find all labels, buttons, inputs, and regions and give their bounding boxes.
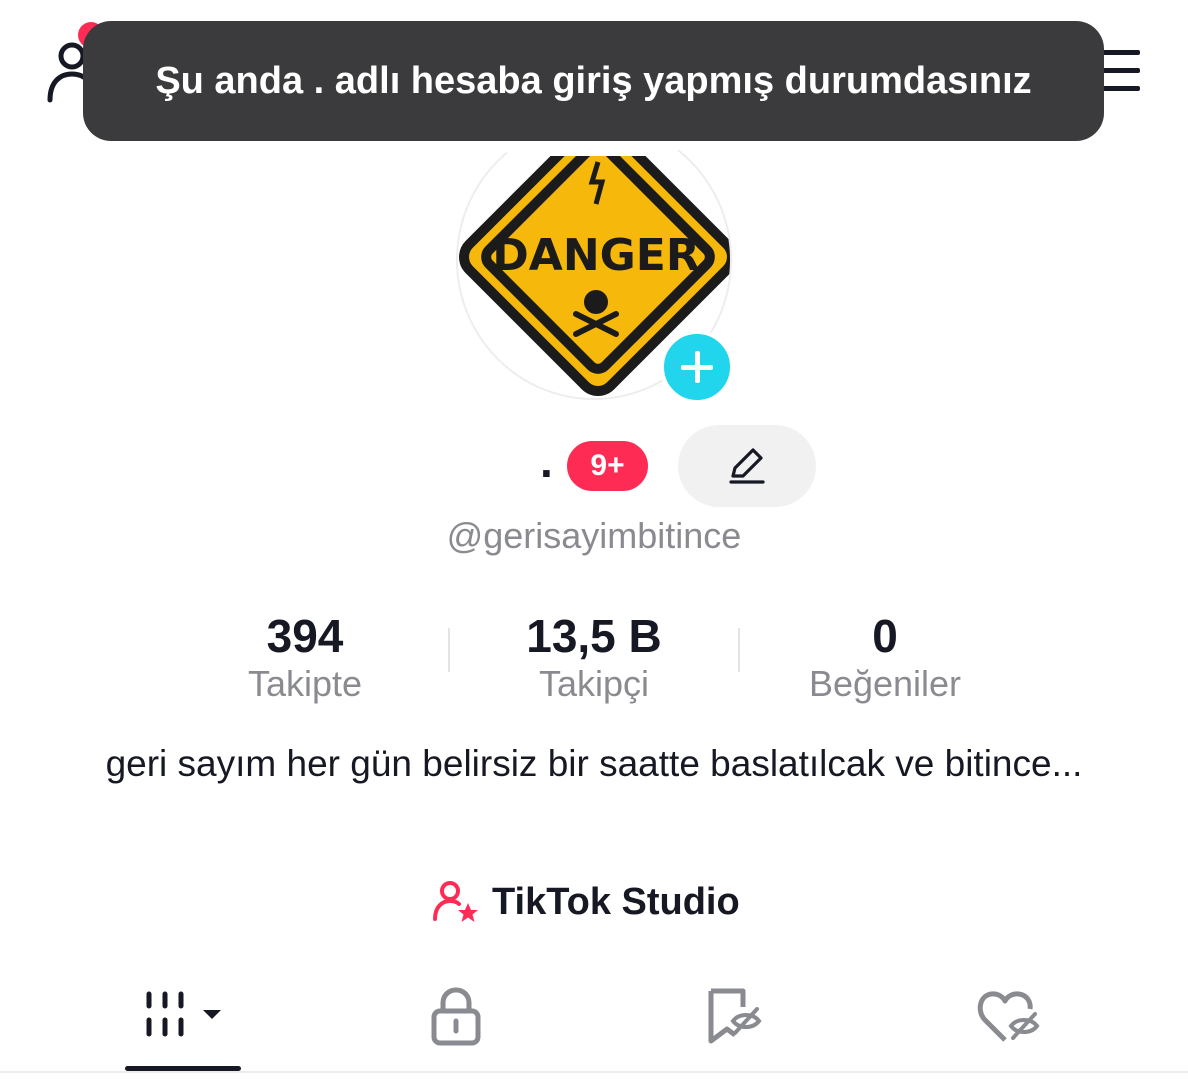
danger-text: DANGER: [492, 230, 699, 281]
username: @gerisayimbitince: [446, 515, 742, 556]
heart-hidden-icon: [977, 991, 1040, 1042]
tab-liked[interactable]: [950, 980, 1066, 1052]
tab-favorites[interactable]: [676, 980, 792, 1052]
bookmark-hidden-icon: [708, 988, 762, 1044]
tab-videos[interactable]: [125, 980, 241, 1052]
pencil-icon: [729, 448, 765, 484]
toast-message: Şu anda . adlı hesaba giriş yapmış durum…: [155, 59, 1032, 102]
followers-label: Takipçi: [538, 663, 650, 704]
following-label: Takipte: [247, 663, 363, 704]
edit-profile-button[interactable]: [678, 425, 816, 507]
hamburger-menu-icon: [1100, 50, 1140, 91]
tab-bar-divider: [0, 1071, 1188, 1073]
stat-divider: [738, 628, 740, 672]
profile-bio: geri sayım her gün belirsiz bir saatte b…: [105, 743, 1083, 784]
likes-label: Beğeniler: [808, 663, 962, 704]
tiktok-studio-link[interactable]: TikTok Studio: [432, 876, 740, 928]
followers-count: 13,5 B: [526, 610, 662, 662]
likes-count: 0: [872, 610, 898, 662]
stat-followers[interactable]: 13,5 B Takipçi: [464, 608, 724, 706]
chevron-down-icon: [203, 1010, 221, 1019]
stat-following[interactable]: 394 Takipte: [175, 608, 435, 706]
following-count: 394: [266, 610, 344, 662]
login-toast: Şu anda . adlı hesaba giriş yapmış durum…: [83, 21, 1104, 141]
stat-likes[interactable]: 0 Beğeniler: [755, 608, 1015, 706]
lock-icon: [431, 987, 481, 1046]
tab-private[interactable]: [398, 980, 514, 1052]
notification-badge[interactable]: 9+: [567, 441, 648, 491]
display-name: .: [540, 435, 553, 487]
stat-divider: [448, 628, 450, 672]
creator-star-icon: [433, 881, 478, 922]
grid-icon: [146, 991, 221, 1037]
studio-label: TikTok Studio: [492, 880, 740, 923]
add-avatar-button[interactable]: [660, 330, 734, 404]
menu-button[interactable]: [1100, 50, 1140, 96]
